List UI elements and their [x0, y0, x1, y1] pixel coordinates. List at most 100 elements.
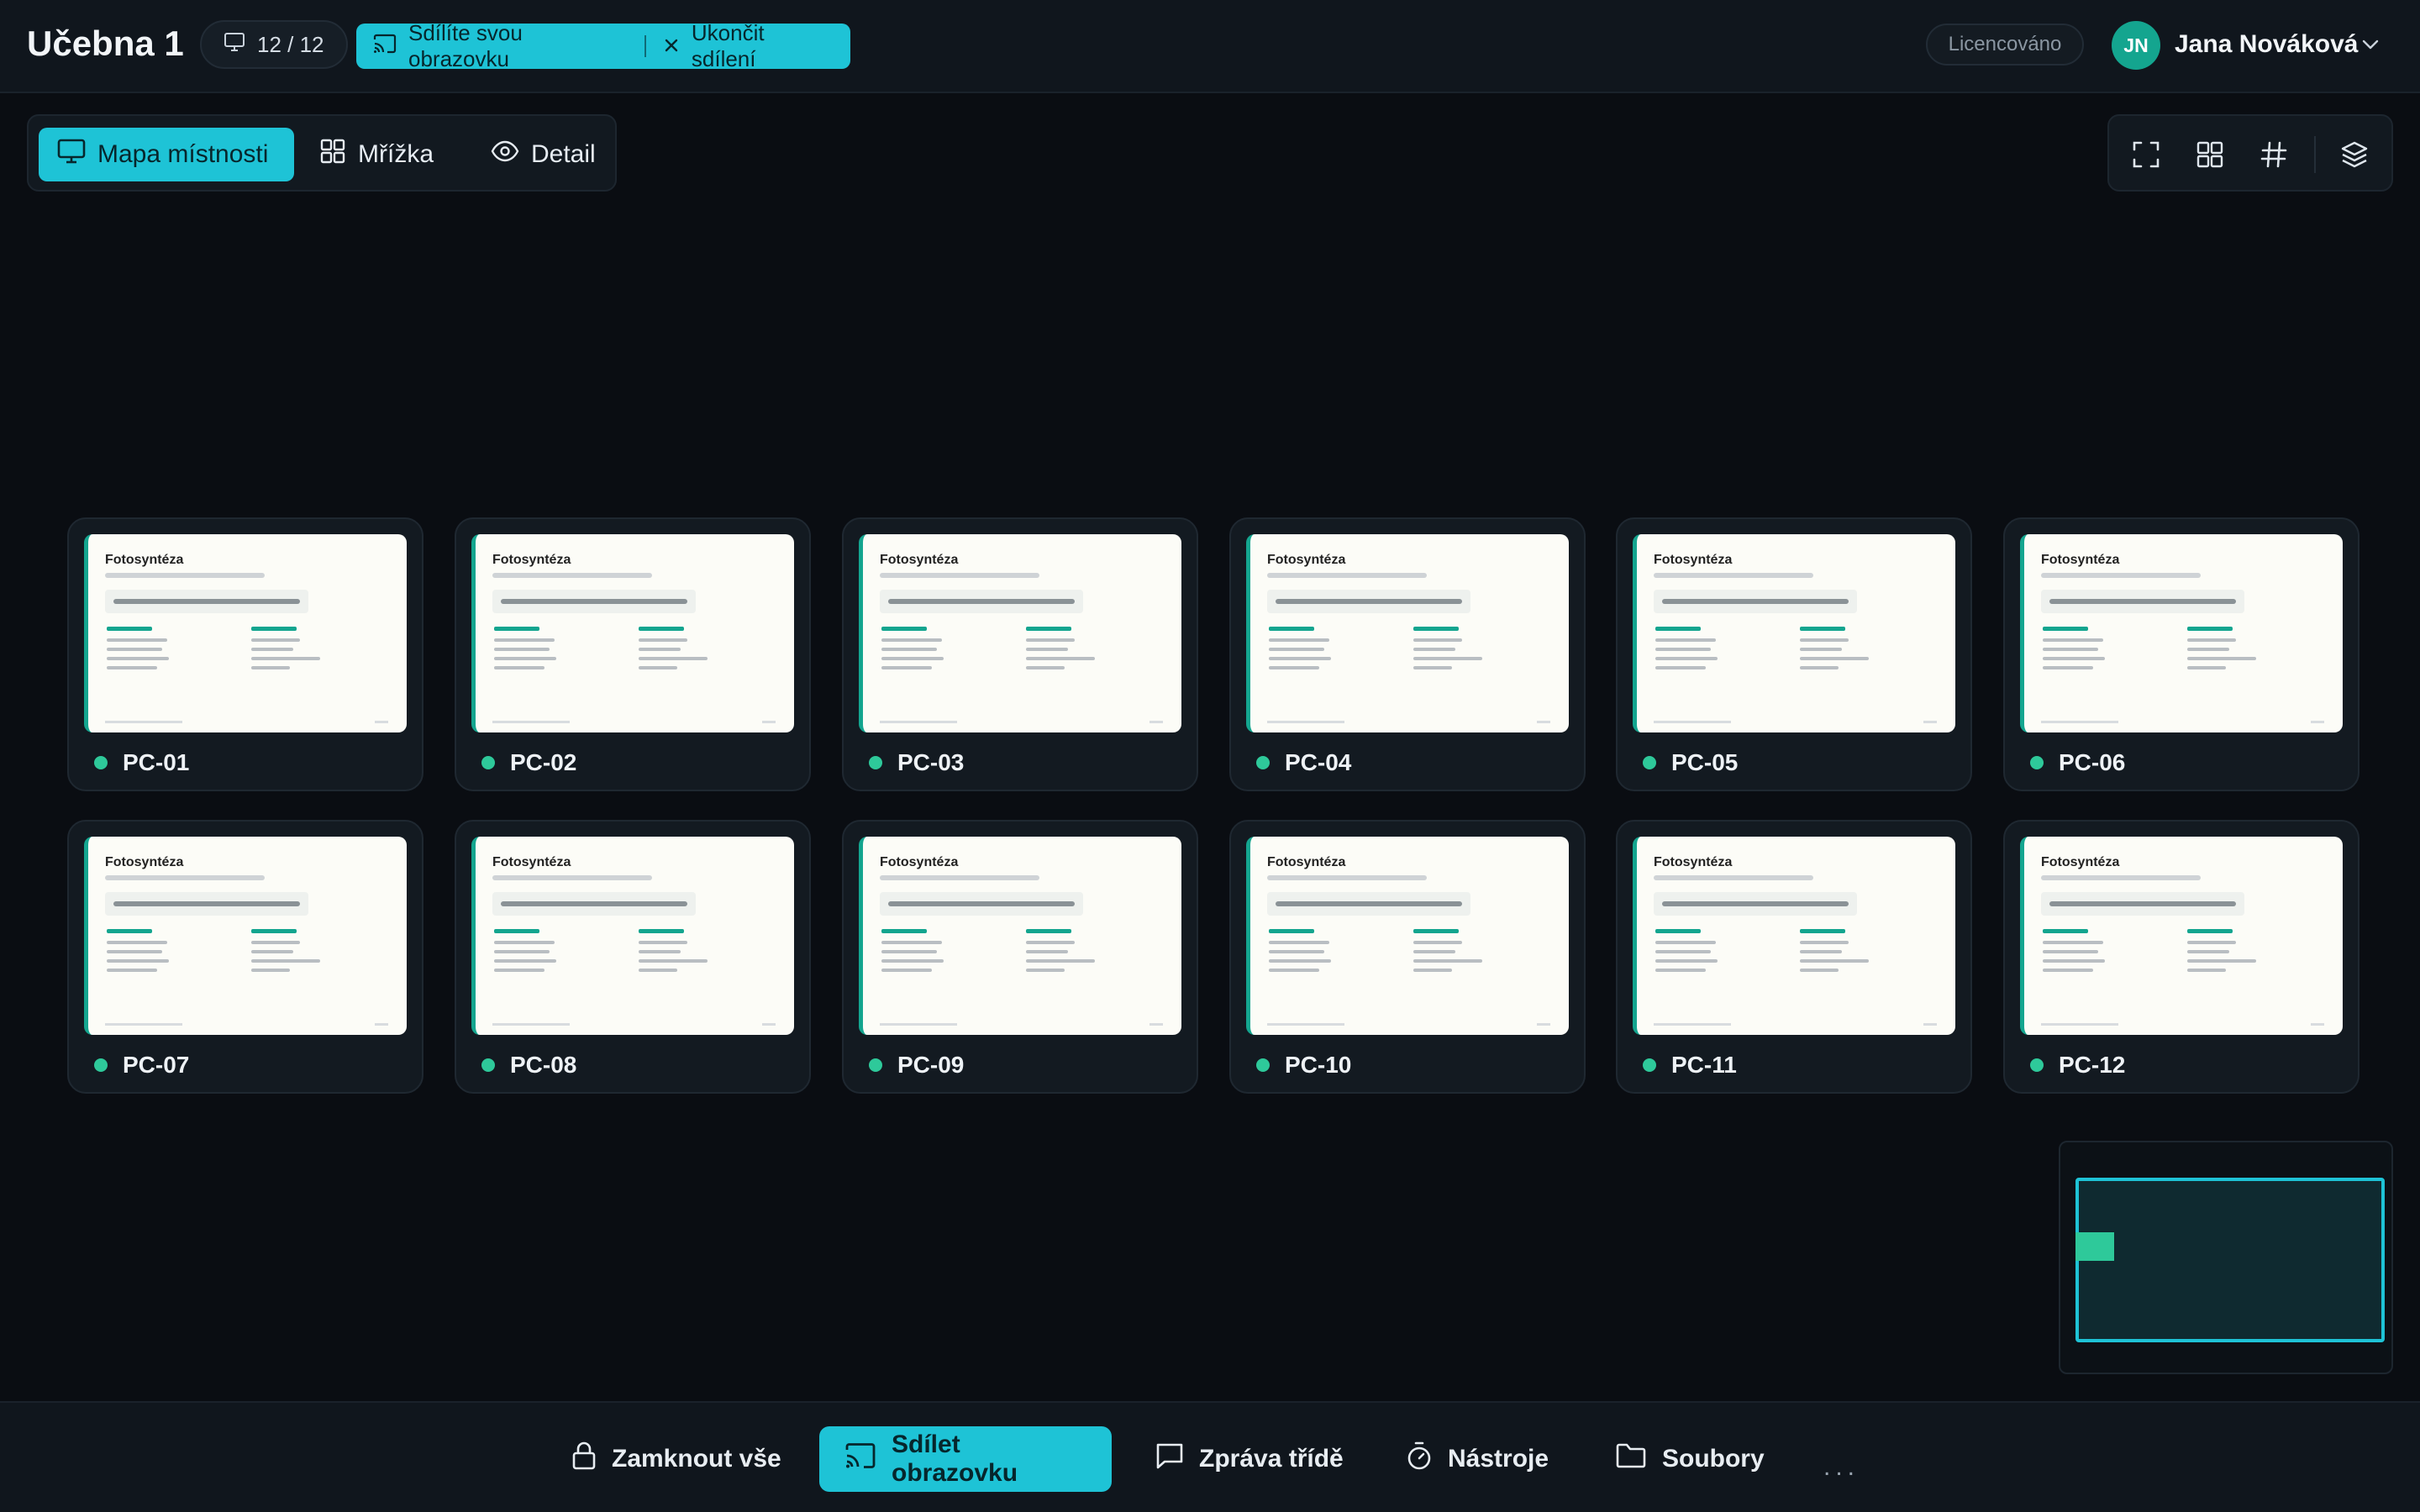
- screen-thumbnail[interactable]: Fotosyntéza: [1633, 534, 1955, 732]
- online-status-dot: [869, 756, 882, 769]
- pc-label-row: PC-11: [1643, 1052, 1737, 1079]
- thumbnail-column-heading: [1413, 627, 1459, 631]
- thumbnail-text-line: [107, 657, 169, 660]
- thumbnail-text-line: [494, 959, 556, 963]
- pc-card[interactable]: Fotosyntéza PC-09: [842, 820, 1198, 1094]
- thumbnail-footer-line: [1654, 1023, 1731, 1026]
- thumbnail-column-heading: [639, 929, 684, 933]
- pc-name: PC-06: [2059, 749, 2126, 775]
- tab-grid[interactable]: Mřížka: [301, 128, 452, 181]
- pc-label-row: PC-06: [2030, 749, 2125, 776]
- thumbnail-column-heading: [251, 627, 297, 631]
- pc-card[interactable]: Fotosyntéza PC-11: [1616, 820, 1972, 1094]
- thumbnail-text-line: [1800, 950, 1842, 953]
- thumbnail-page-marker: [1537, 721, 1550, 723]
- pc-card[interactable]: Fotosyntéza PC-12: [2003, 820, 2360, 1094]
- pc-card[interactable]: Fotosyntéza PC-05: [1616, 517, 1972, 791]
- thumbnail-text-line: [1800, 959, 1869, 963]
- online-status-dot: [2030, 756, 2044, 769]
- screen-thumbnail[interactable]: Fotosyntéza: [2020, 534, 2343, 732]
- stop-sharing-button[interactable]: Ukončit sdílení: [646, 20, 850, 71]
- thumbnail-text-line: [2187, 638, 2236, 642]
- thumbnail-column-heading: [1655, 929, 1701, 933]
- screen-thumbnail[interactable]: Fotosyntéza: [1633, 837, 1955, 1035]
- thumbnail-footer-line: [1267, 1023, 1344, 1026]
- thumbnail-text-line: [1026, 648, 1068, 651]
- pc-card[interactable]: Fotosyntéza PC-02: [455, 517, 811, 791]
- tools-button[interactable]: Nástroje: [1381, 1426, 1574, 1492]
- user-name[interactable]: Jana Nováková: [2175, 30, 2358, 59]
- online-status-dot: [1643, 756, 1656, 769]
- thumbnail-footer-line: [1654, 721, 1731, 723]
- thumbnail-equation-box: [1654, 892, 1857, 916]
- thumbnail-subtitle-line: [1654, 573, 1813, 578]
- thumbnail-text-line: [2043, 950, 2098, 953]
- pc-name: PC-05: [1671, 749, 1739, 775]
- more-options-button[interactable]: ...: [1823, 1453, 1860, 1482]
- pc-card[interactable]: Fotosyntéza PC-04: [1229, 517, 1586, 791]
- message-class-button[interactable]: Zpráva třídě: [1130, 1426, 1369, 1492]
- share-screen-label: Sdílet obrazovku: [892, 1431, 1018, 1487]
- thumbnail-text-line: [881, 950, 937, 953]
- pc-card[interactable]: Fotosyntéza PC-03: [842, 517, 1198, 791]
- pc-name: PC-07: [123, 1052, 190, 1078]
- screen-thumbnail[interactable]: Fotosyntéza: [84, 534, 407, 732]
- tools-label: Nástroje: [1448, 1445, 1549, 1473]
- thumbnail-text-line: [639, 638, 687, 642]
- thumbnail-column-heading: [494, 627, 539, 631]
- thumbnail-text-line: [1413, 648, 1455, 651]
- screen-thumbnail[interactable]: Fotosyntéza: [859, 837, 1181, 1035]
- screen-thumbnail[interactable]: Fotosyntéza: [84, 837, 407, 1035]
- screen-thumbnail[interactable]: Fotosyntéza: [471, 837, 794, 1035]
- pc-card[interactable]: Fotosyntéza PC-10: [1229, 820, 1586, 1094]
- share-status-text: Sdílíte svou obrazovku: [408, 20, 523, 71]
- thumbnail-column-heading: [107, 929, 152, 933]
- thumbnail-text-line: [2043, 638, 2103, 642]
- timer-icon: [1406, 1441, 1433, 1478]
- thumbnail-slide-title: Fotosyntéza: [2041, 855, 2120, 869]
- thumbnail-column-heading: [2187, 627, 2233, 631]
- thumbnail-text-line: [107, 969, 157, 972]
- thumbnail-text-line: [639, 969, 677, 972]
- pc-label-row: PC-02: [481, 749, 576, 776]
- screen-thumbnail[interactable]: Fotosyntéza: [859, 534, 1181, 732]
- grid-layout-icon[interactable]: [2190, 134, 2230, 175]
- close-icon: [663, 34, 680, 60]
- thumbnail-text-line: [251, 950, 293, 953]
- files-button[interactable]: Soubory: [1590, 1426, 1790, 1492]
- thumbnail-column-heading: [639, 627, 684, 631]
- thumbnail-equation-line: [1276, 599, 1462, 604]
- thumbnail-text-line: [1026, 657, 1095, 660]
- pc-card[interactable]: Fotosyntéza PC-08: [455, 820, 811, 1094]
- minimap[interactable]: [2059, 1141, 2393, 1374]
- fullscreen-icon[interactable]: [2126, 134, 2166, 175]
- pc-name: PC-10: [1285, 1052, 1352, 1078]
- thumbnail-text-line: [2187, 666, 2226, 669]
- screen-thumbnail[interactable]: Fotosyntéza: [471, 534, 794, 732]
- thumbnail-text-line: [2043, 666, 2093, 669]
- thumbnail-text-line: [107, 666, 157, 669]
- chevron-down-icon[interactable]: [2361, 39, 2380, 55]
- pc-card[interactable]: Fotosyntéza PC-06: [2003, 517, 2360, 791]
- thumbnail-subtitle-line: [492, 875, 652, 880]
- screen-share-status: Sdílíte svou obrazovku Ukončit sdílení: [356, 20, 850, 71]
- thumbnail-subtitle-line: [105, 875, 265, 880]
- tab-room-map[interactable]: Mapa místnosti: [39, 128, 294, 181]
- screen-thumbnail[interactable]: Fotosyntéza: [1246, 534, 1569, 732]
- thumbnail-text-line: [2043, 648, 2098, 651]
- tab-detail[interactable]: Detail: [472, 128, 614, 181]
- screen-thumbnail[interactable]: Fotosyntéza: [1246, 837, 1569, 1035]
- pc-card[interactable]: Fotosyntéza PC-01: [67, 517, 424, 791]
- layers-icon[interactable]: [2334, 134, 2375, 175]
- pc-card[interactable]: Fotosyntéza PC-07: [67, 820, 424, 1094]
- minimap-viewport[interactable]: [2075, 1178, 2385, 1342]
- lock-all-button[interactable]: Zamknout vše: [546, 1426, 807, 1492]
- thumbnail-page-marker: [1537, 1023, 1550, 1026]
- share-screen-button[interactable]: Sdílet obrazovku: [819, 1426, 1112, 1492]
- thumbnail-column-heading: [2043, 627, 2088, 631]
- hashtag-icon[interactable]: [2254, 134, 2294, 175]
- screen-thumbnail[interactable]: Fotosyntéza: [2020, 837, 2343, 1035]
- avatar[interactable]: JN: [2112, 21, 2160, 70]
- thumbnail-equation-line: [2049, 901, 2236, 906]
- thumbnail-slide-title: Fotosyntéza: [1654, 553, 1733, 567]
